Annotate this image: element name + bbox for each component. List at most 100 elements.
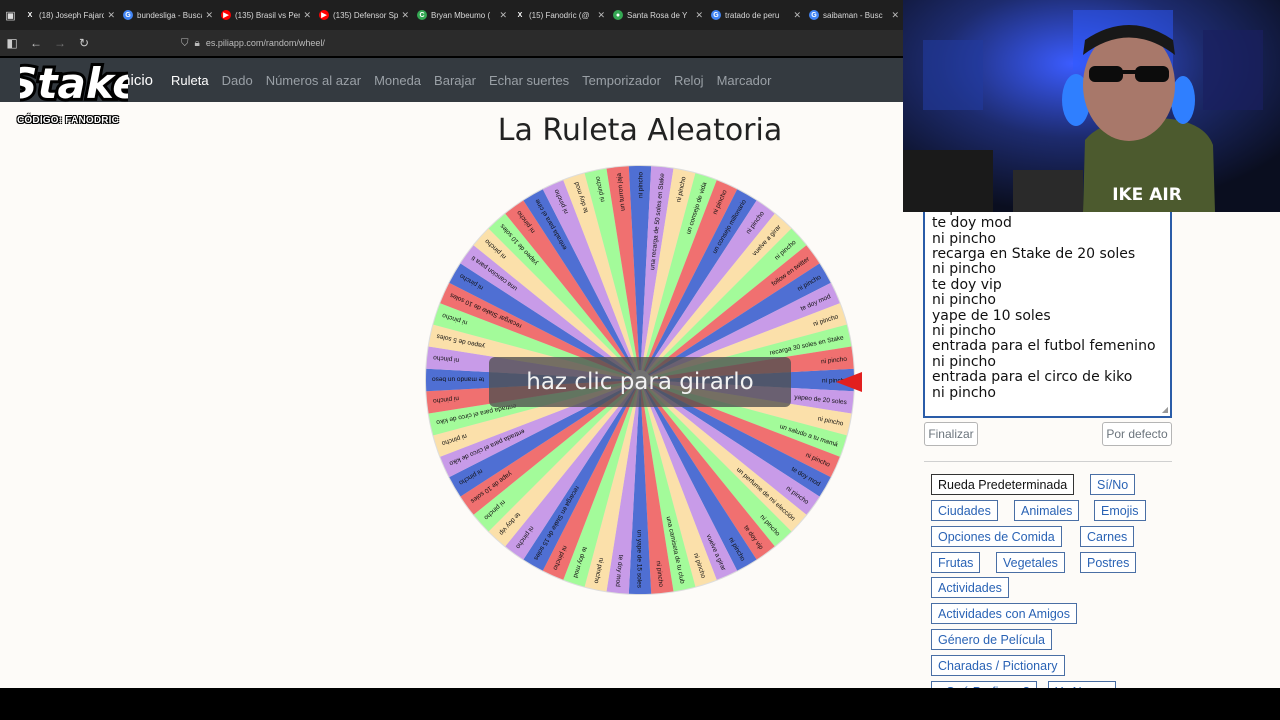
preset-button[interactable]: Postres	[1080, 552, 1137, 573]
option-line: ni pincho	[932, 322, 996, 339]
spin-button[interactable]: haz clic para girarlo	[489, 357, 791, 407]
preset-button[interactable]: Animales	[1014, 500, 1080, 521]
preset-button[interactable]: Género de Película	[931, 629, 1053, 650]
preset-button[interactable]: Charadas / Pictionary	[931, 655, 1065, 676]
nav-link-numeros[interactable]: Números al azar	[266, 73, 361, 88]
option-line: entrada para el circo de kiko	[932, 369, 1133, 386]
maps-pin-icon: ●	[613, 10, 623, 20]
close-icon[interactable]: ✕	[205, 10, 213, 21]
close-icon[interactable]: ✕	[303, 10, 311, 21]
page-title-text: La Ruleta Aleatoria	[497, 113, 783, 148]
youtube-icon: ▶	[319, 10, 329, 20]
close-icon[interactable]: ✕	[793, 10, 801, 21]
browser-tab[interactable]: X (15) Fanodric (@ ✕	[511, 0, 609, 30]
browser-tab[interactable]: C Bryan Mbeumo ( ✕	[413, 0, 511, 30]
sidebar-toggle-icon[interactable]: ◧	[0, 30, 24, 56]
close-icon[interactable]: ✕	[401, 10, 409, 21]
browser-toolbar: ◧ ← → ↻ ⛉ 🔒︎ es.piliapp.com/random/wheel…	[0, 30, 903, 56]
resize-grip-icon[interactable]: ◢	[1162, 405, 1168, 414]
option-line: yape de 10 soles	[932, 307, 1051, 324]
browser-tab[interactable]: ▶ (135) Defensor Sp ✕	[315, 0, 413, 30]
forward-icon[interactable]: →	[48, 30, 72, 56]
google-icon: G	[711, 10, 721, 20]
tab-label: (135) Defensor Sp	[333, 10, 399, 20]
nav-link-marcador[interactable]: Marcador	[717, 73, 772, 88]
options-textarea[interactable]: ni pinchote doy modni pinchorecarga en S…	[923, 203, 1172, 418]
url-text: es.piliapp.com/random/wheel/	[205, 38, 325, 48]
tab-label: Santa Rosa de Y	[627, 10, 688, 20]
x-logo-icon: X	[27, 11, 33, 19]
option-line: ni pincho	[932, 230, 996, 247]
option-line: te doy mod	[932, 215, 1012, 232]
stake-logo: Stake Stake	[20, 56, 128, 111]
preset-button[interactable]: Ciudades	[931, 500, 998, 521]
close-icon[interactable]: ✕	[891, 10, 899, 21]
nav-link-dado[interactable]: Dado	[222, 73, 253, 88]
browser-tab[interactable]: Gsaibaman - Busc ✕	[805, 0, 903, 30]
wheel-segment-label: te mando un beso	[432, 376, 484, 383]
webcam-shirt-text: IKE AIR	[1112, 185, 1182, 205]
chrome-icon: C	[417, 10, 427, 20]
browser-tab[interactable]: ▶ (135) Brasil vs Perú ✕	[217, 0, 315, 30]
finalize-button[interactable]: Finalizar	[924, 422, 978, 446]
nav-link-barajar[interactable]: Barajar	[434, 73, 476, 88]
tab-label: (18) Joseph Fajardo	[39, 10, 105, 20]
tab-label: Bryan Mbeumo (	[431, 10, 491, 20]
option-line: recarga en Stake de 20 soles	[932, 245, 1136, 262]
option-line: te doy vip	[932, 276, 1002, 293]
tab-label: bundesliga - Buscar	[137, 10, 203, 20]
tab-menu-icon[interactable]: ▣	[0, 0, 21, 30]
option-line: entrada para el futbol femenino	[932, 338, 1156, 355]
tab-label: (15) Fanodric (@	[529, 10, 590, 20]
tab-label: tratado de peru	[725, 10, 780, 20]
preset-button[interactable]: Carnes	[1080, 526, 1135, 547]
nav-link-moneda[interactable]: Moneda	[374, 73, 421, 88]
option-line: ni pincho	[932, 292, 996, 309]
stake-logo-text: Stake	[20, 59, 128, 108]
preset-button[interactable]: Emojis	[1094, 500, 1146, 521]
preset-button[interactable]: Actividades con Amigos	[931, 603, 1078, 624]
youtube-icon: ▶	[221, 10, 231, 20]
preset-button[interactable]: Frutas	[931, 552, 981, 573]
preset-button[interactable]: Opciones de Comida	[931, 526, 1062, 547]
wheel-pointer	[836, 372, 862, 392]
screen: ▣ X (18) Joseph Fajardo ✕ Gbundesliga - Bus…	[0, 0, 1280, 720]
wheel-segment-label: un yape de 15 soles	[636, 530, 643, 589]
site-navbar: Inicio Ruleta Dado Números al azar Moned…	[0, 58, 903, 102]
address-bar[interactable]: ⛉ 🔒︎ es.piliapp.com/random/wheel/	[181, 32, 881, 54]
nav-link-ruleta[interactable]: Ruleta	[171, 73, 209, 88]
browser-tab[interactable]: Gtratado de peru ✕	[707, 0, 805, 30]
browser-tab[interactable]: X (18) Joseph Fajardo ✕	[21, 0, 119, 30]
google-icon: G	[809, 10, 819, 20]
google-icon: G	[123, 10, 133, 20]
nav-link-echar-suertes[interactable]: Echar suertes	[489, 73, 569, 88]
browser-tab-bar: ▣ X (18) Joseph Fajardo ✕ Gbundesliga - Bus…	[0, 0, 903, 30]
lock-icon: 🔒︎	[194, 37, 200, 49]
browser-tab[interactable]: Gbundesliga - Buscar ✕	[119, 0, 217, 30]
tab-label: saibaman - Busc	[823, 10, 883, 20]
webcam-feed: IKE AIR	[903, 0, 1280, 212]
preset-button[interactable]: Actividades	[931, 577, 1009, 598]
preset-button[interactable]: Rueda Predeterminada	[931, 474, 1075, 495]
close-icon[interactable]: ✕	[597, 10, 605, 21]
options-list: ni pinchote doy modni pinchorecarga en S…	[925, 205, 1170, 401]
option-line: ni pincho	[932, 384, 996, 401]
x-logo-icon: X	[517, 11, 523, 19]
nav-link-temporizador[interactable]: Temporizador	[582, 73, 661, 88]
wheel-segment-label: ni pincho	[638, 172, 645, 198]
divider	[924, 461, 1172, 462]
browser-tab[interactable]: ● Santa Rosa de Y ✕	[609, 0, 707, 30]
option-line: ni pincho	[932, 353, 996, 370]
nav-link-reloj[interactable]: Reloj	[674, 73, 704, 88]
default-button[interactable]: Por defecto	[1102, 422, 1172, 446]
close-icon[interactable]: ✕	[107, 10, 115, 21]
close-icon[interactable]: ✕	[695, 10, 703, 21]
reload-icon[interactable]: ↻	[72, 30, 96, 56]
back-icon[interactable]: ←	[24, 30, 48, 56]
shield-icon: ⛉	[181, 37, 189, 49]
tab-label: (135) Brasil vs Perú	[235, 10, 301, 20]
close-icon[interactable]: ✕	[499, 10, 507, 21]
preset-button[interactable]: Sí/No	[1090, 474, 1136, 495]
preset-button[interactable]: Vegetales	[996, 552, 1065, 573]
letterbox-bottom	[0, 688, 1280, 720]
